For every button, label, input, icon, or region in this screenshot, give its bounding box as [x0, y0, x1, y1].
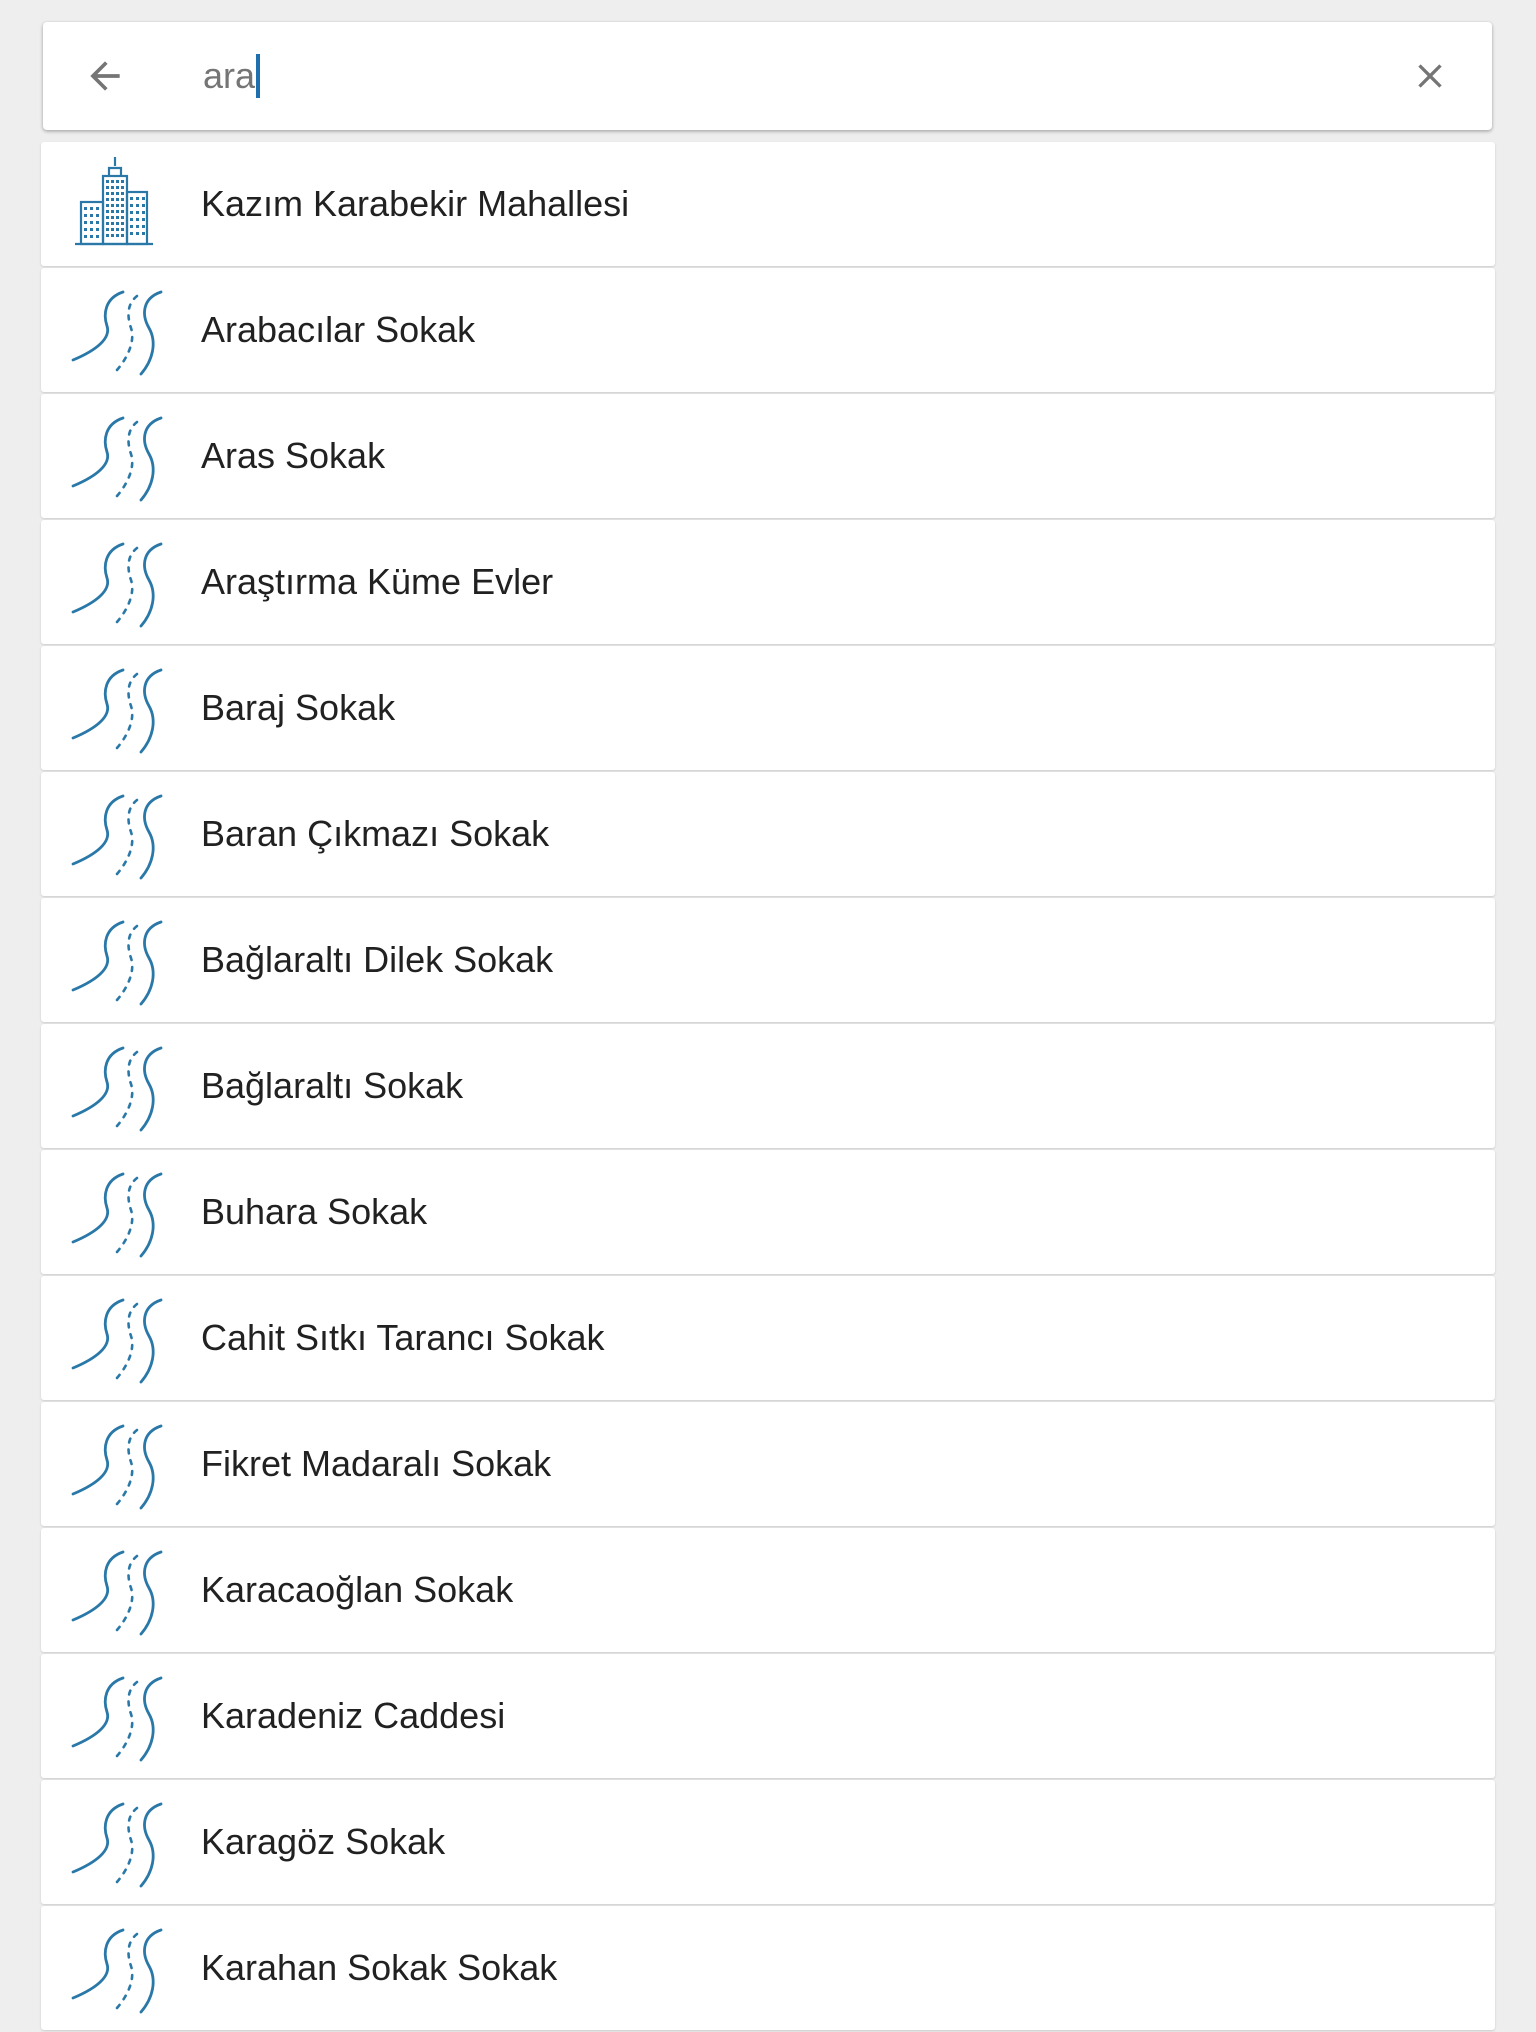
road-icon — [67, 532, 167, 632]
result-item[interactable]: Karagöz Sokak — [41, 1780, 1495, 1904]
result-label: Arabacılar Sokak — [201, 309, 476, 350]
result-label: Araştırma Küme Evler — [201, 561, 554, 602]
road-icon — [67, 280, 167, 380]
result-label: Bağlaraltı Sokak — [201, 1065, 464, 1106]
road-icon — [67, 1288, 167, 1388]
clear-button[interactable] — [1400, 46, 1460, 106]
road-icon — [67, 1414, 167, 1514]
road-icon — [67, 1792, 167, 1892]
road-icon — [67, 1918, 167, 2018]
results-list: Kazım Karabekir Mahallesi Arabacılar Sok… — [41, 142, 1495, 2032]
result-item[interactable]: Karacaoğlan Sokak — [41, 1528, 1495, 1652]
road-icon — [67, 406, 167, 506]
road-icon — [67, 910, 167, 1010]
result-label: Karahan Sokak Sokak — [201, 1947, 558, 1988]
result-item[interactable]: Kazım Karabekir Mahallesi — [41, 142, 1495, 266]
result-item[interactable]: Cahit Sıtkı Tarancı Sokak — [41, 1276, 1495, 1400]
road-icon — [67, 1540, 167, 1640]
road-icon — [67, 1666, 167, 1766]
result-item[interactable]: Karadeniz Caddesi — [41, 1654, 1495, 1778]
result-label: Karacaoğlan Sokak — [201, 1569, 514, 1610]
result-item[interactable]: Buhara Sokak — [41, 1150, 1495, 1274]
result-label: Fikret Madaralı Sokak — [201, 1443, 552, 1484]
road-icon — [67, 1036, 167, 1136]
result-item[interactable]: Bağlaraltı Sokak — [41, 1024, 1495, 1148]
result-label: Baran Çıkmazı Sokak — [201, 813, 550, 854]
road-icon — [67, 784, 167, 884]
result-label: Bağlaraltı Dilek Sokak — [201, 939, 554, 980]
result-label: Aras Sokak — [201, 435, 386, 476]
result-label: Kazım Karabekir Mahallesi — [201, 183, 630, 224]
result-label: Baraj Sokak — [201, 687, 396, 728]
result-item[interactable]: Arabacılar Sokak — [41, 268, 1495, 392]
result-label: Buhara Sokak — [201, 1191, 428, 1232]
result-label: Karadeniz Caddesi — [201, 1695, 506, 1736]
search-query-text: ara — [203, 55, 256, 96]
result-item[interactable]: Karahan Sokak Sokak — [41, 1906, 1495, 2030]
result-label: Cahit Sıtkı Tarancı Sokak — [201, 1317, 605, 1358]
building-icon — [67, 154, 167, 254]
result-item[interactable]: Baran Çıkmazı Sokak — [41, 772, 1495, 896]
road-icon — [67, 658, 167, 758]
result-item[interactable]: Araştırma Küme Evler — [41, 520, 1495, 644]
road-icon — [67, 1162, 167, 1262]
text-cursor — [256, 54, 261, 98]
result-item[interactable]: Baraj Sokak — [41, 646, 1495, 770]
close-icon — [1418, 64, 1442, 88]
result-label: Karagöz Sokak — [201, 1821, 446, 1862]
arrow-left-icon — [90, 61, 120, 91]
search-input[interactable]: ara — [203, 46, 261, 106]
result-item[interactable]: Fikret Madaralı Sokak — [41, 1402, 1495, 1526]
result-item[interactable]: Aras Sokak — [41, 394, 1495, 518]
search-bar: ara — [43, 22, 1492, 130]
back-button[interactable] — [75, 46, 135, 106]
result-item[interactable]: Bağlaraltı Dilek Sokak — [41, 898, 1495, 1022]
